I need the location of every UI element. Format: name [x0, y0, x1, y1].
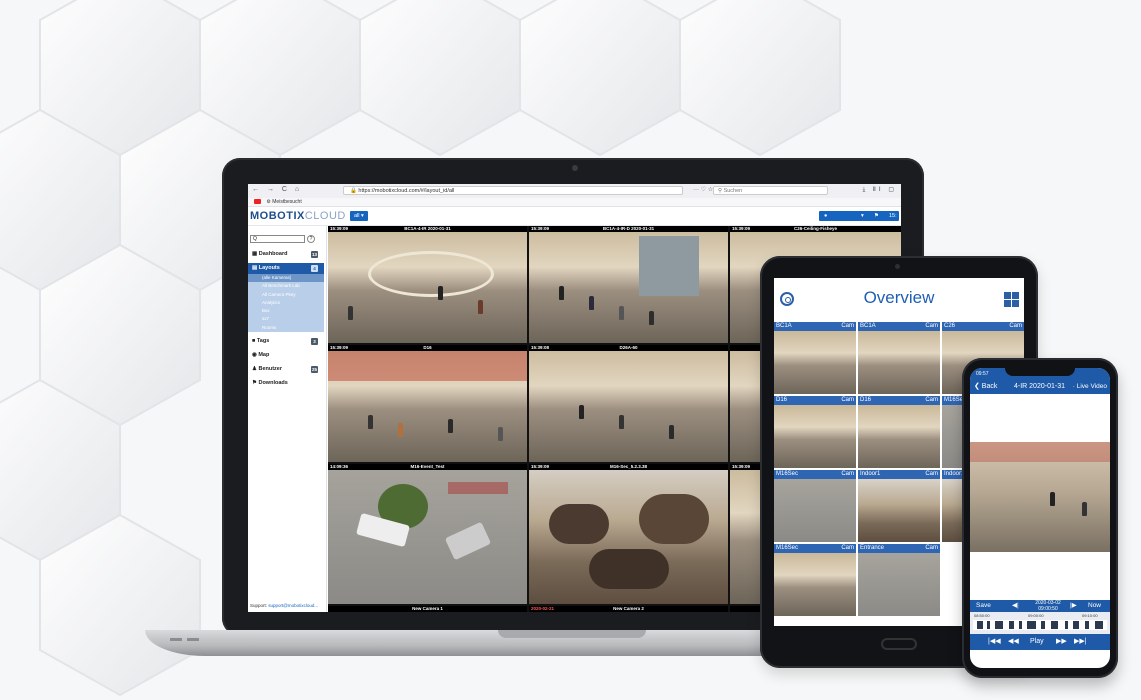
- support-contact: Support: support@mobotixcloud...: [250, 603, 319, 608]
- camera-tile[interactable]: BC1A Cam: [858, 322, 940, 394]
- camera-tile[interactable]: D16 Cam: [774, 396, 856, 468]
- sidebar: Q ? ▦ Dashboard 13 ▤ Layouts 4 (alle Kam…: [248, 226, 327, 612]
- layouts-submenu: (alle Kameras) All Benchmark Lab All Cam…: [248, 274, 324, 333]
- layout-item[interactable]: Rooms: [248, 324, 324, 332]
- live-video-link[interactable]: · Live Video: [1073, 380, 1107, 394]
- tablet-camera: [895, 264, 900, 269]
- now-button[interactable]: Now: [1088, 600, 1101, 612]
- layout-item[interactable]: sx7: [248, 315, 324, 323]
- phone: 09:57 ❮ Back 4-IR 2020-01-31 · Live Vide…: [962, 358, 1118, 678]
- phone-nav-bar: ❮ Back 4-IR 2020-01-31 · Live Video: [970, 380, 1110, 394]
- play-bar: |◀◀ ◀◀ Play ▶▶ ▶▶|: [970, 634, 1110, 650]
- layout-item[interactable]: Analytics: [248, 299, 324, 307]
- camera-tile[interactable]: 14:09:36 M16-Event_Test: [328, 464, 527, 604]
- webcam: [572, 165, 578, 171]
- layout-item[interactable]: (alle Kameras): [248, 274, 324, 283]
- phone-screen: 09:57 ❮ Back 4-IR 2020-01-31 · Live Vide…: [970, 368, 1110, 668]
- camera-tile[interactable]: D16 Cam: [858, 396, 940, 468]
- skip-end-button[interactable]: ▶▶|: [1074, 634, 1087, 650]
- camera-tile[interactable]: 15:39:09 D16: [328, 345, 527, 462]
- page-actions[interactable]: ··· ♡ ☆: [693, 186, 713, 193]
- bookmark-most-visited[interactable]: Meistbesucht: [272, 199, 301, 205]
- sidebar-item-dashboard[interactable]: ▦ Dashboard 13: [248, 249, 324, 260]
- layout-item[interactable]: Bxx: [248, 307, 324, 315]
- tablet-header: Overview: [774, 278, 1024, 322]
- camera-tile[interactable]: BC1A Cam: [774, 322, 856, 394]
- playback-controls: Save ◀| 2020-03-02 09:00:50 |▶ Now: [970, 600, 1110, 612]
- live-video-view[interactable]: [970, 442, 1110, 552]
- sidebar-item-tags[interactable]: ■ Tags 3: [248, 336, 324, 347]
- camera-title: 4-IR 2020-01-31: [1014, 383, 1065, 390]
- camera-tile[interactable]: M16Sec Cam: [774, 470, 856, 542]
- grid-view-icon[interactable]: [1004, 292, 1019, 307]
- help-icon[interactable]: ?: [307, 235, 315, 243]
- browser-search-input[interactable]: ⚲ Suchen: [713, 186, 828, 195]
- camera-footer: 2020-02-21 New Camera 2: [529, 606, 728, 612]
- browser-toolbar: ← → C ⌂ 🔒 https://mobotixcloud.com/#/lay…: [248, 184, 901, 199]
- laptop-port: [187, 638, 199, 641]
- phone-notch: [1005, 366, 1075, 376]
- camera-tile[interactable]: 15:39:09 M16-Sec_5.2.3.38: [529, 464, 728, 604]
- browser-nav-buttons[interactable]: ← → C ⌂: [252, 186, 302, 193]
- sidebar-search-input[interactable]: Q: [250, 235, 305, 243]
- browser-menu-icons[interactable]: ⤓ ⅡⅠ ▢: [863, 186, 897, 194]
- playback-datetime: 2020-03-02 09:00:50: [1035, 600, 1061, 612]
- camera-tile[interactable]: Entrance Cam: [858, 544, 940, 616]
- mobotix-logo[interactable]: MOBOTIXCLOUD: [250, 210, 346, 222]
- app-header: MOBOTIXCLOUD all ▾ ● ▾ ⚑ 15:: [248, 207, 901, 226]
- timeline[interactable]: 08:50:00 09:00:00 09:10:00: [970, 612, 1110, 634]
- dashboard-icon: ▦: [252, 251, 259, 257]
- sidebar-item-map[interactable]: ◉ Map: [248, 350, 324, 361]
- camera-tile[interactable]: 15:39:08 D26A-60: [529, 345, 728, 462]
- camera-footer: New Camera 1: [328, 606, 527, 612]
- sidebar-item-downloads[interactable]: ⚑ Downloads: [248, 378, 324, 389]
- timeline-bars[interactable]: [973, 620, 1107, 630]
- fast-forward-button[interactable]: ▶▶: [1056, 634, 1067, 650]
- user-menu-button[interactable]: ● ▾ ⚑ 15:: [819, 211, 899, 221]
- layout-item[interactable]: All Benchmark Lab: [248, 282, 324, 290]
- camera-tile[interactable]: M16Sec Cam: [774, 544, 856, 616]
- play-button[interactable]: Play: [1030, 634, 1044, 650]
- laptop-hinge-notch: [498, 630, 646, 638]
- flag-icon: ⚑: [874, 213, 879, 219]
- layout-item[interactable]: All Camera Pkey: [248, 291, 324, 299]
- youtube-icon[interactable]: [254, 199, 261, 205]
- step-back-button[interactable]: ◀|: [1012, 600, 1019, 612]
- tablet-home-button[interactable]: [881, 638, 917, 650]
- user-icon: ●: [824, 213, 828, 219]
- address-bar[interactable]: 🔒 https://mobotixcloud.com/#/layout_id/a…: [343, 186, 683, 195]
- laptop-port: [170, 638, 182, 641]
- back-button[interactable]: ❮ Back: [974, 380, 997, 394]
- bookmark-bar: ⚙ Meistbesucht: [248, 198, 901, 207]
- camera-tile[interactable]: 15:39:09 BC1A-4-IR-D 2020-01-31: [529, 226, 728, 343]
- camera-tile[interactable]: 15:39:09 BC1A-4-IR 2020-01-31: [328, 226, 527, 343]
- layouts-icon: ▤: [252, 265, 259, 271]
- url-text: https://mobotixcloud.com/#/layout_id/all: [358, 188, 455, 194]
- step-forward-button[interactable]: |▶: [1070, 600, 1077, 612]
- rewind-button[interactable]: ◀◀: [1008, 634, 1019, 650]
- save-button[interactable]: Save: [976, 600, 991, 612]
- page-title: Overview: [863, 288, 935, 307]
- support-email-link[interactable]: support@mobotixcloud...: [268, 603, 318, 608]
- skip-start-button[interactable]: |◀◀: [988, 634, 1001, 650]
- camera-tile[interactable]: Indoor1 Cam: [858, 470, 940, 542]
- layout-filter-button[interactable]: all ▾: [350, 211, 368, 221]
- sidebar-item-users[interactable]: ♟ Benutzer 25: [248, 364, 324, 375]
- sidebar-item-layouts[interactable]: ▤ Layouts 4: [248, 263, 324, 274]
